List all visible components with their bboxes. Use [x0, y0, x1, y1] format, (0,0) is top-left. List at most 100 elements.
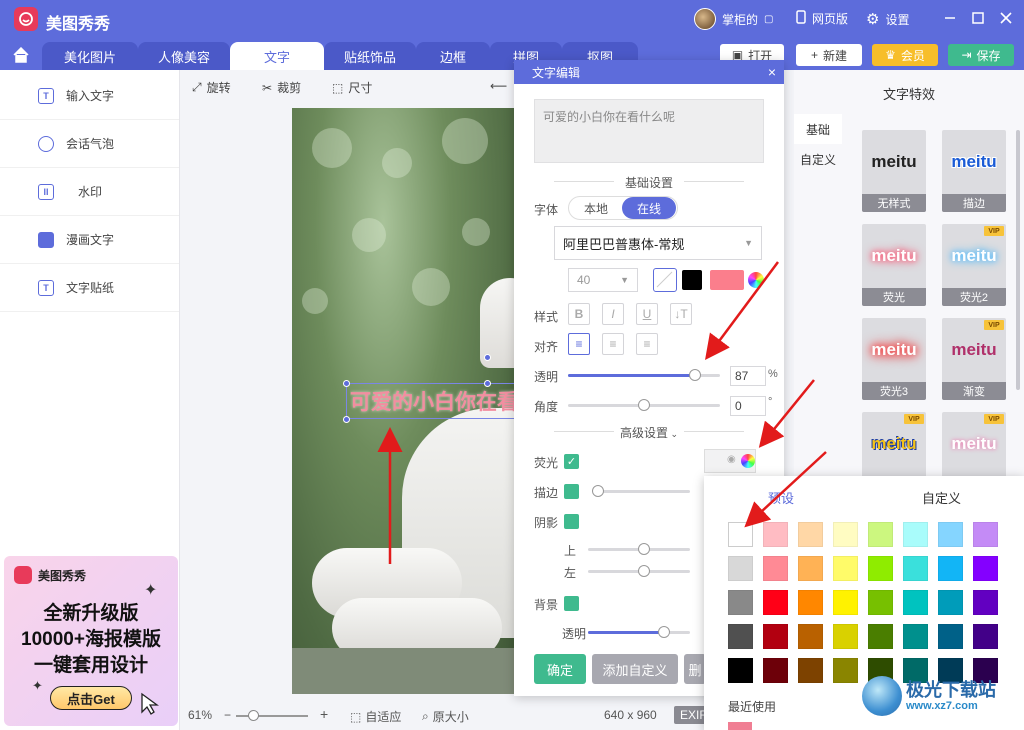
left-menu-input-text[interactable]: T 输入文字	[0, 72, 179, 120]
color-swatch[interactable]	[763, 556, 788, 581]
effect-glow-3[interactable]: meitu 荧光3	[862, 318, 926, 400]
home-icon[interactable]	[8, 44, 34, 66]
underline-button[interactable]: U	[636, 303, 658, 325]
promo-banner[interactable]: 美图秀秀 全新升级版 10000+海报模版 一键套用设计 点击Get ✦ ✦	[4, 556, 178, 726]
text-color-picker-icon[interactable]	[653, 268, 677, 292]
color-swatch[interactable]	[798, 556, 823, 581]
opacity-input[interactable]: 87	[730, 366, 766, 386]
color-swatch[interactable]	[763, 590, 788, 615]
undo-button[interactable]: ⟵	[490, 79, 507, 93]
stroke-checkbox[interactable]	[564, 484, 579, 499]
color-swatch[interactable]	[973, 624, 998, 649]
add-custom-button[interactable]: 添加自定义	[592, 654, 678, 684]
color-swatch[interactable]	[903, 624, 928, 649]
save-button[interactable]: ⇥ 保存	[948, 44, 1014, 66]
effect-glow-2[interactable]: VIP meitu 荧光2	[942, 224, 1006, 306]
stroke-slider[interactable]	[592, 490, 690, 493]
resize-handle[interactable]	[343, 380, 350, 387]
pink-color-swatch[interactable]	[710, 270, 744, 290]
zoom-in-button[interactable]: +	[320, 706, 328, 722]
zoom-slider-knob[interactable]	[248, 710, 259, 721]
color-swatch[interactable]	[973, 556, 998, 581]
tab-text[interactable]: 文字	[230, 42, 324, 70]
color-swatch[interactable]	[903, 556, 928, 581]
color-swatch[interactable]	[798, 590, 823, 615]
tab-border[interactable]: 边框	[416, 42, 490, 70]
maximize-button[interactable]	[966, 6, 990, 30]
effect-none[interactable]: meitu 无样式	[862, 130, 926, 212]
color-swatch[interactable]	[763, 522, 788, 547]
effects-scrollbar[interactable]	[1016, 130, 1020, 390]
crop-button[interactable]: ✂ 裁剪	[262, 79, 301, 96]
color-swatch[interactable]	[903, 522, 928, 547]
left-menu-text-sticker[interactable]: T 文字贴纸	[0, 264, 179, 312]
color-swatch[interactable]	[868, 556, 893, 581]
color-swatch[interactable]	[938, 522, 963, 547]
color-swatch[interactable]	[973, 590, 998, 615]
italic-button[interactable]: I	[602, 303, 624, 325]
color-swatch[interactable]	[763, 624, 788, 649]
color-swatch[interactable]	[973, 522, 998, 547]
web-version-button[interactable]: 网页版	[796, 10, 848, 27]
angle-input[interactable]: 0	[730, 396, 766, 416]
color-swatch[interactable]	[728, 522, 753, 547]
color-swatch[interactable]	[938, 590, 963, 615]
recent-color-swatch[interactable]	[728, 722, 752, 730]
align-center-button[interactable]: ≡	[602, 333, 624, 355]
color-swatch[interactable]	[798, 522, 823, 547]
zoom-slider[interactable]	[236, 715, 308, 717]
tab-custom[interactable]: 自定义	[794, 144, 842, 174]
tab-stickers[interactable]: 贴纸饰品	[324, 42, 416, 70]
color-swatch[interactable]	[728, 590, 753, 615]
resize-handle[interactable]	[343, 416, 350, 423]
background-checkbox[interactable]	[564, 596, 579, 611]
promo-get-button[interactable]: 点击Get	[50, 686, 132, 710]
left-menu-comic-text[interactable]: 漫画文字	[0, 216, 179, 264]
shadow-checkbox[interactable]	[564, 514, 579, 529]
glow-checkbox[interactable]: ✓	[564, 454, 579, 469]
color-tab-preset[interactable]: 预设	[768, 488, 794, 507]
new-button[interactable]: + 新建	[796, 44, 862, 66]
color-swatch[interactable]	[728, 658, 753, 683]
shadow-up-slider-knob[interactable]	[638, 543, 650, 555]
zoom-out-button[interactable]: −	[224, 708, 231, 722]
close-button[interactable]	[994, 6, 1018, 30]
color-swatch[interactable]	[728, 556, 753, 581]
confirm-button[interactable]: 确定	[534, 654, 586, 684]
angle-slider-knob[interactable]	[638, 399, 650, 411]
color-tab-custom[interactable]: 自定义	[922, 488, 961, 507]
color-swatch[interactable]	[833, 624, 858, 649]
effect-item[interactable]: VIP meitu	[942, 412, 1006, 482]
stroke-slider-knob[interactable]	[592, 485, 604, 497]
align-left-button[interactable]: ≡	[568, 333, 590, 355]
original-size-button[interactable]: ⌕ 原大小	[422, 708, 469, 725]
color-swatch[interactable]	[833, 658, 858, 683]
resize-handle[interactable]	[484, 380, 491, 387]
rotate-button[interactable]: ⤢ 旋转	[192, 79, 231, 96]
font-size-select[interactable]: 40 ▼	[568, 268, 638, 292]
color-swatch[interactable]	[903, 590, 928, 615]
resize-button[interactable]: ⬚ 尺寸	[332, 79, 372, 96]
rotate-handle[interactable]	[484, 354, 491, 361]
left-menu-watermark[interactable]: II 水印	[0, 168, 179, 216]
color-swatch[interactable]	[728, 624, 753, 649]
canvas-text[interactable]: 可爱的小白你在看什么呢	[350, 386, 520, 416]
effect-stroke[interactable]: meitu 描边	[942, 130, 1006, 212]
left-menu-speech-bubble[interactable]: 会话气泡	[0, 120, 179, 168]
color-wheel-icon[interactable]	[748, 272, 764, 288]
tab-portrait[interactable]: 人像美容	[138, 42, 230, 70]
vertical-text-button[interactable]: ↓T	[670, 303, 692, 325]
color-swatch[interactable]	[833, 522, 858, 547]
effect-item[interactable]: VIP meitu	[862, 412, 926, 482]
glow-color-select[interactable]: ◉	[704, 449, 756, 473]
color-swatch[interactable]	[833, 556, 858, 581]
color-swatch[interactable]	[868, 590, 893, 615]
color-swatch[interactable]	[868, 522, 893, 547]
tab-basic[interactable]: 基础	[794, 114, 842, 144]
color-swatch[interactable]	[798, 624, 823, 649]
delete-button[interactable]: 删	[684, 654, 706, 684]
font-online-tab[interactable]: 在线	[622, 197, 676, 219]
fit-button[interactable]: ⬚ 自适应	[350, 708, 401, 725]
black-color-swatch[interactable]	[682, 270, 702, 290]
bg-opacity-slider[interactable]	[588, 631, 690, 634]
